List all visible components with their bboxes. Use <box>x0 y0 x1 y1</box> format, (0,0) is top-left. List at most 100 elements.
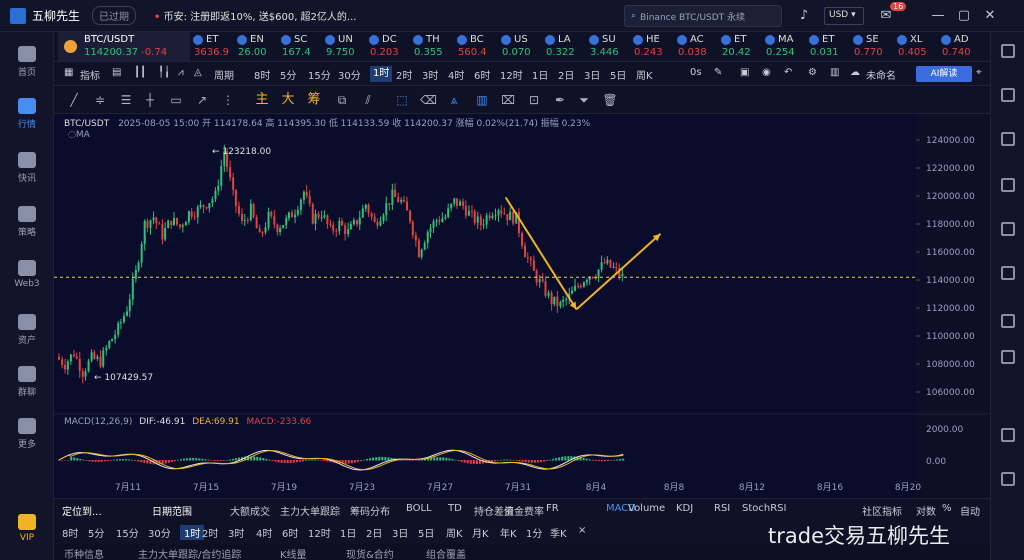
ticker-item[interactable]: MA 0.254 <box>762 32 806 61</box>
ticker-item[interactable]: HE 0.243 <box>630 32 674 61</box>
camera-icon[interactable]: ◉ <box>762 67 771 78</box>
horizontal-line-icon[interactable]: ┼ <box>142 92 158 108</box>
timeframe-7[interactable]: 4时 <box>448 67 464 82</box>
bell-icon[interactable]: ♪ <box>796 8 812 24</box>
undo-icon[interactable]: ↶ <box>784 67 792 78</box>
ticker-item[interactable]: ET 3636.9 <box>190 32 234 61</box>
annotation-line[interactable] <box>575 233 662 311</box>
candles-icon[interactable]: ┃┃ <box>134 67 146 78</box>
sidebar-item-news[interactable]: 快讯 <box>0 152 54 184</box>
period-17[interactable]: 1分 <box>526 525 542 540</box>
close-icon[interactable]: ✕ <box>982 8 998 24</box>
period-9[interactable]: 12时 <box>308 525 331 540</box>
timeframe-12[interactable]: 3日 <box>584 67 600 82</box>
percent-toggle[interactable]: % <box>942 503 952 514</box>
refresh-icon[interactable] <box>1001 314 1015 328</box>
tab-0[interactable]: 币种信息 <box>64 546 104 560</box>
main-force-tool[interactable]: 主 <box>254 92 270 108</box>
layers-icon[interactable] <box>1001 222 1015 236</box>
ticker-item[interactable]: EN 26.00 <box>234 32 278 61</box>
close-periods-button[interactable]: × <box>578 525 586 536</box>
sidebar-item-home[interactable]: 首页 <box>0 46 54 78</box>
calendar-icon[interactable]: ▤ <box>112 67 121 78</box>
grid-icon[interactable]: ▦ <box>64 67 73 78</box>
indicator-1[interactable]: 主力大单跟踪 <box>280 503 340 518</box>
period-5[interactable]: 2时 <box>202 525 218 540</box>
magnet-icon[interactable]: ⬚ <box>394 92 410 108</box>
minimize-icon[interactable]: — <box>930 8 946 24</box>
ticker-item[interactable]: US 0.070 <box>498 32 542 61</box>
period-4[interactable]: 1时 <box>180 525 205 540</box>
ruler-icon[interactable]: ⫽ <box>360 92 376 108</box>
layout-icon[interactable]: ▥ <box>830 67 839 78</box>
sidebar-item-more[interactable]: 更多 <box>0 418 54 450</box>
timeframe-1[interactable]: 5分 <box>280 67 296 82</box>
community-indicators[interactable]: 社区指标 <box>862 503 902 518</box>
period-6[interactable]: 3时 <box>228 525 244 540</box>
period-1[interactable]: 5分 <box>88 525 104 540</box>
chart-panel[interactable]: BTC/USDT 2025-08-05 15:00 开 114178.64 高 … <box>54 114 990 498</box>
sidebar-item-web3[interactable]: Web3 <box>0 260 54 289</box>
chips-tool[interactable]: 筹 <box>306 92 322 108</box>
lock-icon[interactable]: ⊡ <box>526 92 542 108</box>
time-icon[interactable] <box>1001 428 1015 442</box>
search-input[interactable]: ⌕ Binance BTC/USDT 永续 <box>624 5 782 27</box>
book-icon[interactable] <box>1001 266 1015 280</box>
ticker-item[interactable]: XL 0.405 <box>894 32 938 61</box>
trash-icon[interactable]: 🗑 <box>602 92 618 108</box>
share-icon[interactable]: ⌖ <box>976 67 982 78</box>
more-tools-icon[interactable]: ⋮ <box>220 92 236 108</box>
ticker-main[interactable]: BTC/USDT 114200.37 -0.74 <box>58 32 190 61</box>
cloud-icon[interactable]: ☁ <box>850 67 860 78</box>
ticker-item[interactable]: BC 560.4 <box>454 32 498 61</box>
eraser-icon[interactable]: ⌫ <box>420 92 437 108</box>
rectangle-icon[interactable]: ▭ <box>168 92 184 108</box>
position-button[interactable]: 定位到... <box>62 503 102 518</box>
tab-1[interactable]: 主力大单跟踪/合约追踪 <box>138 546 241 560</box>
ai-analysis-button[interactable]: AI解读 <box>916 66 972 82</box>
date-range-button[interactable]: 日期范围 <box>152 503 192 518</box>
parallel-icon[interactable]: ≑ <box>92 92 108 108</box>
period-11[interactable]: 2日 <box>366 525 382 540</box>
calendar-icon[interactable] <box>1001 472 1015 486</box>
big-order-tool[interactable]: 大 <box>280 92 296 108</box>
unnamed-template[interactable]: 未命名 <box>866 67 896 82</box>
timeframe-14[interactable]: 周K <box>636 67 653 82</box>
edit-icon[interactable]: ✎ <box>714 67 722 78</box>
ticker-item[interactable]: TH 0.355 <box>410 32 454 61</box>
filter-icon[interactable]: ⏷ <box>576 92 592 108</box>
tab-3[interactable]: 现货&合约 <box>346 546 394 560</box>
period-7[interactable]: 4时 <box>256 525 272 540</box>
indicators-button[interactable]: 指标 <box>80 67 100 82</box>
chart-icon[interactable] <box>1001 178 1015 192</box>
sidebar-item-vip[interactable]: VIP <box>0 514 54 543</box>
document-icon[interactable] <box>1001 88 1015 102</box>
sidebar-item-strategy[interactable]: 策略 <box>0 206 54 238</box>
candles-tool-icon[interactable]: ▥ <box>474 92 490 108</box>
period-16[interactable]: 年K <box>500 525 517 540</box>
list-icon[interactable] <box>1001 44 1015 58</box>
copy-icon[interactable]: ⧉ <box>334 92 350 108</box>
maximize-icon[interactable]: ▢ <box>956 8 972 24</box>
orderbook-icon[interactable] <box>1001 132 1015 146</box>
price-chart[interactable]: 124000.00 122000.00 120000.00 118000.00 1160… <box>54 114 990 498</box>
indicator-6[interactable]: 资金费率 <box>504 503 544 518</box>
arrow-icon[interactable]: ↗ <box>194 92 210 108</box>
bars-icon[interactable]: ╿╽ <box>158 67 170 78</box>
timeframe-9[interactable]: 12时 <box>500 67 523 82</box>
line-icon[interactable]: ⩘ <box>178 67 184 78</box>
timeframe-5[interactable]: 2时 <box>396 67 412 82</box>
save-icon[interactable]: ▣ <box>740 67 749 78</box>
ticker-item[interactable]: AD 0.740 <box>938 32 982 61</box>
period-13[interactable]: 5日 <box>418 525 434 540</box>
period-12[interactable]: 3日 <box>392 525 408 540</box>
timeframe-0[interactable]: 8时 <box>254 67 270 82</box>
indicator-10[interactable]: KDJ <box>676 503 693 514</box>
auto-toggle[interactable]: 自动 <box>960 503 980 518</box>
period-select[interactable]: 周期 <box>214 67 234 82</box>
period-8[interactable]: 6时 <box>282 525 298 540</box>
indicator-12[interactable]: StochRSI <box>742 503 786 514</box>
indicator-2[interactable]: 筹码分布 <box>350 503 390 518</box>
channel-icon[interactable]: ☰ <box>118 92 134 108</box>
period-15[interactable]: 月K <box>472 525 489 540</box>
